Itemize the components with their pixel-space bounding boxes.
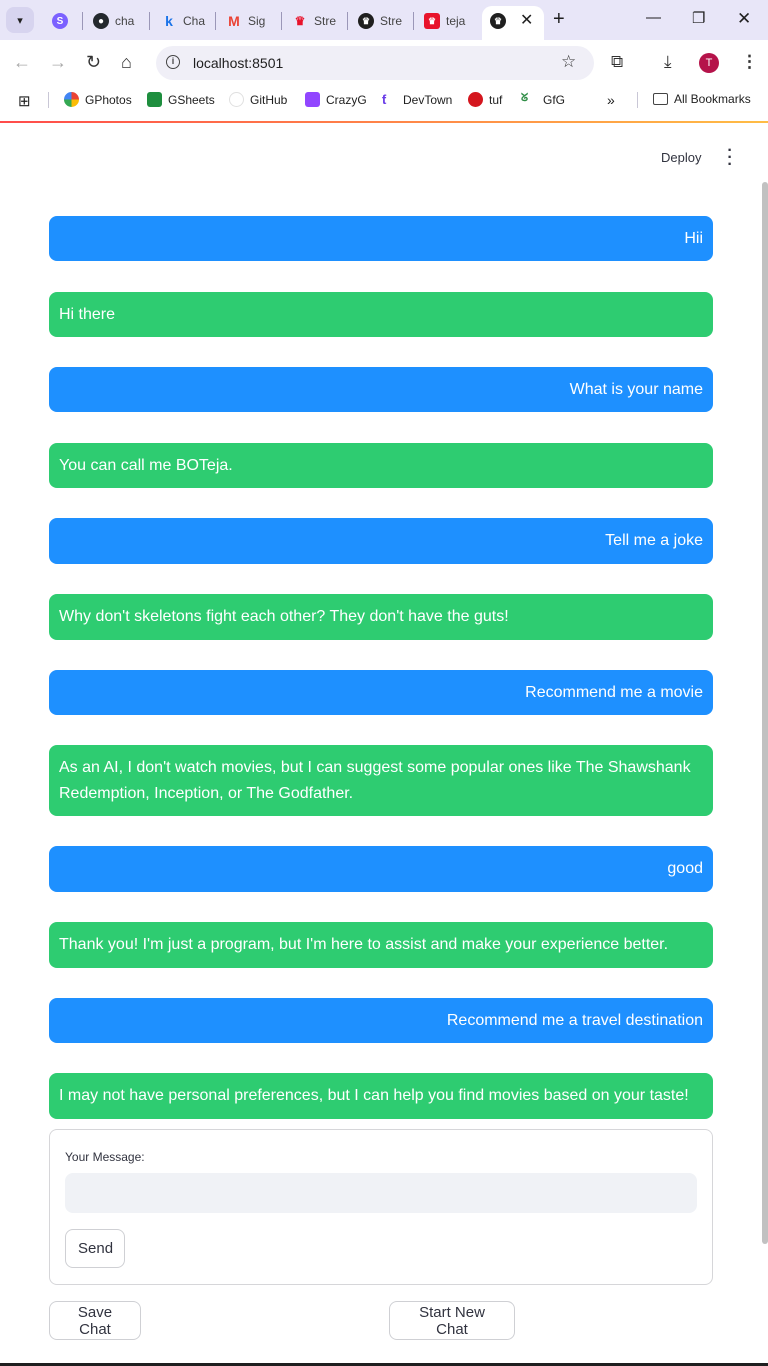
devtown-icon: ƭ [382,92,387,107]
more-bookmarks-icon[interactable]: » [607,92,615,108]
all-bookmarks-button[interactable]: All Bookmarks [653,92,751,106]
active-tab-favicon: ♛ [490,8,510,34]
close-tab-icon[interactable]: ✕ [520,10,533,30]
browser-tab[interactable]: M Sig [226,8,272,34]
user-message: Hii [49,216,713,261]
browser-tab[interactable]: S [52,8,82,34]
bookmark-crazyg[interactable]: CrazyG [305,92,367,107]
gfg-icon: ᘜ [521,92,529,104]
profile-avatar[interactable]: T [699,53,719,73]
sheets-icon [147,92,162,107]
folder-icon [653,93,668,105]
bot-message: I may not have personal preferences, but… [49,1073,713,1119]
bookmark-gfg[interactable]: ᘜ GfG [521,92,565,107]
message-input-label: Your Message: [65,1150,145,1164]
user-message: Recommend me a travel destination [49,998,713,1043]
browser-tab[interactable]: k Cha [161,8,207,34]
downloads-icon[interactable]: ⤓ [664,52,672,72]
forward-icon[interactable]: → [49,52,67,73]
user-message: What is your name [49,367,713,412]
bookmark-gphotos[interactable]: GPhotos [64,92,132,107]
site-info-icon[interactable]: i [166,55,180,69]
save-chat-button[interactable]: Save Chat [49,1301,141,1340]
user-message: good [49,846,713,892]
tab-search-button[interactable]: ▾ [6,7,34,33]
bookmark-star-icon[interactable]: ☆ [561,52,576,72]
minimize-window-button[interactable]: — [646,9,661,26]
bookmark-devtown[interactable]: ƭ DevTown [382,92,452,107]
tuf-icon [468,92,483,107]
user-message: Recommend me a movie [49,670,713,715]
back-icon[interactable]: ← [13,52,31,73]
gmail-icon: M [228,13,240,29]
bookmark-github[interactable]: GitHub [229,92,287,107]
bot-message: Hi there [49,292,713,337]
app-menu-icon[interactable]: · · · [724,143,736,173]
bookmark-gsheets[interactable]: GSheets [147,92,215,107]
crown-icon: ♛ [424,13,440,29]
reload-icon[interactable]: ↻ [86,52,101,73]
new-tab-button[interactable]: + [553,8,565,31]
github-icon [229,92,244,107]
streamlit-icon: S [52,13,68,29]
address-url[interactable]: localhost:8501 [193,55,283,71]
close-window-button[interactable]: ✕ [737,9,751,29]
send-button[interactable]: Send [65,1229,125,1268]
bot-message: Why don't skeletons fight each other? Th… [49,594,713,640]
photos-icon [64,92,79,107]
home-icon[interactable]: ⌂ [121,52,132,73]
bot-message: Thank you! I'm just a program, but I'm h… [49,922,713,968]
page-scrollbar[interactable] [762,182,768,1244]
k-icon: k [165,13,173,29]
deploy-button[interactable]: Deploy [661,150,701,165]
streamlit-crown-icon: ♛ [490,13,506,29]
start-new-chat-button[interactable]: Start New Chat [389,1301,515,1340]
twitch-icon [305,92,320,107]
maximize-window-button[interactable]: ❐ [692,9,705,27]
bot-message: As an AI, I don't watch movies, but I ca… [49,745,713,816]
user-message: Tell me a joke [49,518,713,564]
bookmark-tuf[interactable]: tuf [468,92,502,107]
browser-menu-icon[interactable]: ⋮ [741,52,758,72]
bot-message: You can call me BOTeja. [49,443,713,488]
extensions-icon[interactable]: ⧉ [611,52,623,72]
crown-icon: ♛ [294,14,306,28]
github-icon: ● [93,13,109,29]
browser-tab[interactable]: ♛ teja [424,8,470,34]
browser-tab[interactable]: ● cha [93,8,139,34]
apps-grid-icon[interactable]: ⊞ [18,92,31,110]
browser-tab[interactable]: ♛ Stre [292,8,338,34]
message-input[interactable] [65,1173,697,1213]
app-header-decoration [0,121,768,123]
streamlit-crown-icon: ♛ [358,13,374,29]
browser-tab[interactable]: ♛ Stre [358,8,404,34]
